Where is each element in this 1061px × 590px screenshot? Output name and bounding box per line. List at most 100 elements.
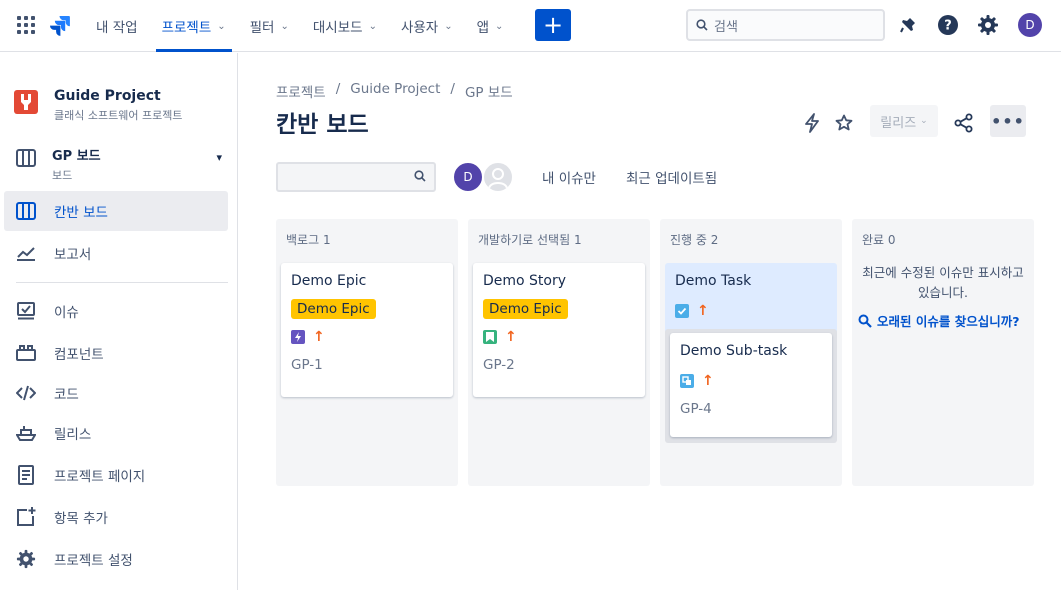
sidebar-item-kanban-board[interactable]: 칸반 보드	[4, 191, 228, 231]
board-column-backlog: 백로그 1 Demo Epic Demo Epic ↑ GP-1	[276, 219, 458, 486]
issue-card-gp1[interactable]: Demo Epic Demo Epic ↑ GP-1	[281, 263, 453, 397]
sidebar-item-label: 릴리스	[54, 427, 92, 443]
sidebar-item-releases[interactable]: 릴리스	[4, 413, 228, 453]
chevron-down-icon: ⌄	[444, 20, 453, 32]
breadcrumb-board[interactable]: GP 보드	[465, 81, 513, 101]
board-search-input[interactable]	[276, 162, 436, 192]
board-column-in-progress: 진행 중 2 Demo Task ↑ GP-3 Demo Sub-task ↑ …	[660, 219, 842, 486]
components-icon	[16, 343, 36, 363]
nav-filters[interactable]: 필터 ⌄	[238, 0, 301, 52]
project-sidebar: Guide Project 클래식 소프트웨어 프로젝트 GP 보드 보드 ▾ …	[0, 53, 238, 590]
add-item-icon	[16, 507, 36, 527]
svg-text:?: ?	[944, 19, 952, 34]
user-avatar[interactable]: D	[1018, 13, 1042, 37]
find-old-issues-link[interactable]: 오래된 이슈를 찾으십니까?	[858, 311, 1034, 330]
filter-recently-updated[interactable]: 최근 업데이트됨	[626, 163, 717, 191]
release-button[interactable]: 릴리즈 ⌄	[870, 105, 938, 137]
story-type-icon	[483, 330, 497, 344]
search-icon	[858, 314, 872, 328]
sidebar-divider	[16, 282, 228, 283]
nav-dashboards[interactable]: 대시보드 ⌄	[301, 0, 389, 52]
project-name: Guide Project	[54, 88, 161, 104]
issue-key: GP-4	[680, 401, 712, 417]
sidebar-item-code[interactable]: 코드	[4, 373, 228, 413]
settings-icon[interactable]	[977, 14, 999, 36]
chevron-down-icon: ⌄	[368, 20, 377, 32]
settings-icon	[16, 549, 36, 569]
jira-logo-icon[interactable]	[50, 15, 70, 37]
board-sub: 보드	[52, 169, 73, 182]
board-name: GP 보드	[52, 149, 101, 164]
sidebar-item-label: 코드	[54, 387, 79, 403]
issue-key: GP-2	[483, 357, 515, 373]
issue-card-gp2[interactable]: Demo Story Demo Epic ↑ GP-2	[473, 263, 645, 397]
board-icon	[16, 149, 36, 167]
card-title: Demo Story	[483, 273, 567, 289]
breadcrumb-project[interactable]: Guide Project	[350, 81, 440, 101]
issue-key: GP-1	[291, 357, 323, 373]
sidebar-item-reports[interactable]: 보고서	[4, 233, 228, 273]
sidebar-item-add-item[interactable]: 항목 추가	[4, 497, 228, 537]
priority-high-icon: ↑	[702, 373, 714, 389]
card-meta: ↑	[291, 329, 443, 345]
primary-nav: 내 작업 프로젝트 ⌄ 필터 ⌄ 대시보드 ⌄ 사용자 ⌄ 앱 ⌄	[84, 0, 515, 52]
epic-label: Demo Epic	[483, 299, 568, 319]
sidebar-item-label: 칸반 보드	[54, 205, 108, 221]
automation-icon[interactable]	[800, 111, 824, 135]
sidebar-item-components[interactable]: 컴포넌트	[4, 333, 228, 373]
subtask-container: Demo Sub-task ↑ GP-4	[665, 329, 837, 443]
search-placeholder: 검색	[714, 19, 738, 35]
unassigned-avatar[interactable]	[482, 161, 514, 193]
chevron-down-icon: ⌄	[495, 20, 504, 32]
search-icon	[696, 19, 708, 31]
chevron-down-icon: ⌄	[920, 116, 928, 126]
sidebar-item-project-pages[interactable]: 프로젝트 페이지	[4, 455, 228, 495]
project-header: Guide Project 클래식 소프트웨어 프로젝트	[14, 88, 182, 123]
link-label: 오래된 이슈를 찾으십니까?	[877, 314, 1020, 329]
sidebar-item-label: 보고서	[54, 247, 92, 263]
sidebar-item-label: 프로젝트 설정	[54, 553, 133, 569]
search-input[interactable]: 검색	[686, 9, 885, 41]
issue-card-gp4[interactable]: Demo Sub-task ↑ GP-4	[670, 333, 832, 437]
release-label: 릴리즈	[880, 115, 917, 131]
notifications-icon[interactable]	[897, 14, 919, 36]
done-empty-message: 최근에 수정된 이슈만 표시하고 있습니다.	[862, 265, 1024, 300]
column-header: 완료 0	[862, 233, 896, 247]
column-header: 진행 중 2	[670, 233, 719, 247]
code-icon	[16, 383, 36, 403]
card-meta: ↑	[675, 303, 827, 319]
board-column-selected: 개발하기로 선택됨 1 Demo Story Demo Epic ↑ GP-2	[468, 219, 650, 486]
releases-icon	[16, 423, 36, 443]
filter-only-my-issues[interactable]: 내 이슈만	[542, 163, 596, 191]
nav-my-work[interactable]: 내 작업	[84, 0, 150, 52]
app-switcher-icon[interactable]	[17, 16, 35, 34]
epic-label: Demo Epic	[291, 299, 376, 319]
star-icon[interactable]	[832, 111, 856, 135]
breadcrumb-projects[interactable]: 프로젝트	[276, 81, 326, 101]
board-selector[interactable]: GP 보드 보드 ▾	[16, 145, 222, 183]
top-navigation-bar: 내 작업 프로젝트 ⌄ 필터 ⌄ 대시보드 ⌄ 사용자 ⌄ 앱 ⌄ + 검색 ? D	[0, 0, 1061, 52]
help-icon[interactable]: ?	[937, 14, 959, 36]
sidebar-item-label: 이슈	[54, 305, 79, 321]
card-meta: ↑	[483, 329, 635, 345]
create-button[interactable]: +	[535, 9, 571, 41]
assignee-avatar[interactable]: D	[452, 161, 484, 193]
breadcrumb-separator: /	[335, 81, 341, 97]
nav-label: 필터	[249, 20, 275, 36]
subtask-type-icon	[680, 374, 694, 388]
sidebar-item-label: 항목 추가	[54, 511, 108, 527]
card-title: Demo Epic	[291, 273, 367, 289]
more-actions-button[interactable]: •••	[990, 105, 1026, 137]
share-icon[interactable]	[952, 111, 976, 135]
nav-apps[interactable]: 앱 ⌄	[465, 0, 516, 52]
sidebar-item-issues[interactable]: 이슈	[4, 291, 228, 331]
card-meta: ↑	[680, 373, 822, 389]
main-content: 프로젝트 / Guide Project / GP 보드 칸반 보드 릴리즈 ⌄…	[238, 53, 1061, 590]
sidebar-item-project-settings[interactable]: 프로젝트 설정	[4, 539, 228, 579]
nav-projects[interactable]: 프로젝트 ⌄	[150, 0, 238, 52]
priority-high-icon: ↑	[697, 303, 709, 319]
column-header: 개발하기로 선택됨 1	[478, 233, 582, 247]
nav-label: 사용자	[400, 20, 439, 36]
nav-people[interactable]: 사용자 ⌄	[389, 0, 465, 52]
priority-high-icon: ↑	[505, 329, 517, 345]
